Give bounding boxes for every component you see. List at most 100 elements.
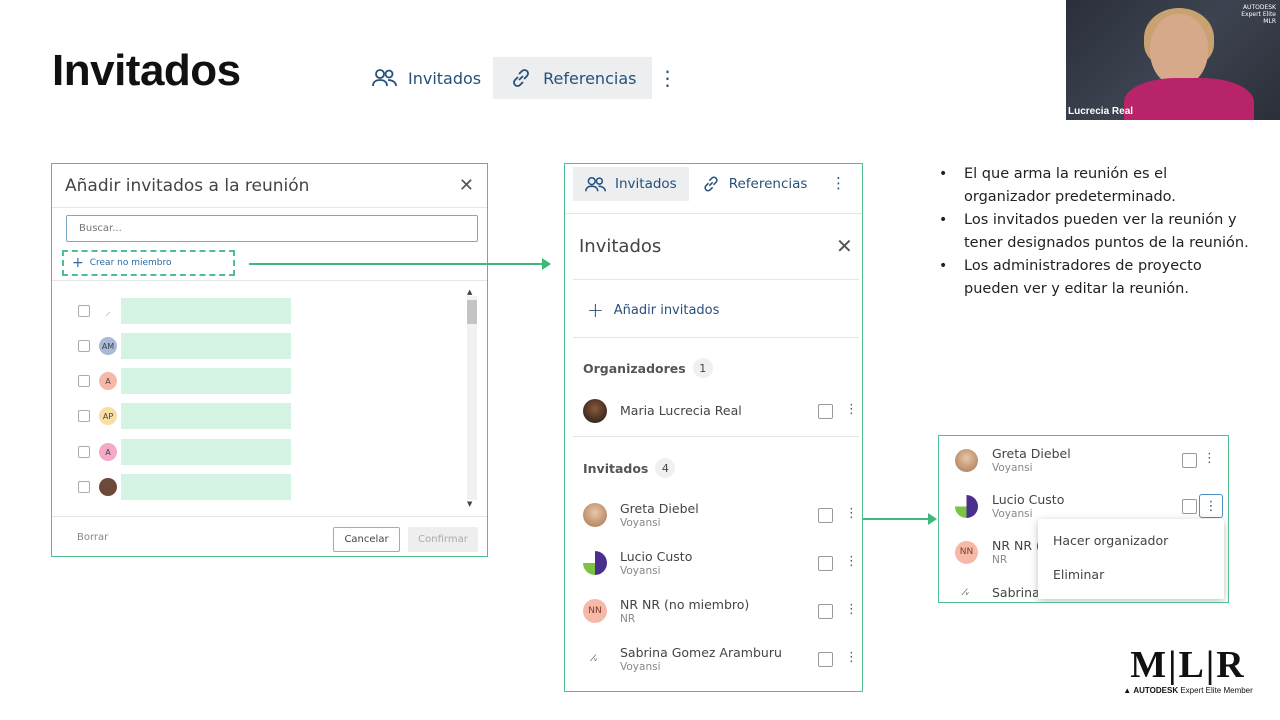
badge-line3: MLR — [1263, 18, 1276, 25]
add-guests-dialog: Añadir invitados a la reunión ✕ + Crear … — [51, 163, 488, 557]
guest-row[interactable]: NN NR NR (no miembro) NR ⋮ — [583, 594, 859, 628]
list-item[interactable] — [78, 474, 291, 500]
top-tab-invitados-label: Invitados — [408, 68, 482, 88]
person-info: Maria Lucrecia Real — [620, 403, 742, 419]
scroll-up-icon[interactable]: ▲ — [467, 288, 472, 296]
divider — [573, 279, 859, 280]
slide-title: Invitados — [52, 46, 241, 95]
row-name-redacted — [121, 298, 291, 324]
row-more-icon[interactable]: ⋮ — [1199, 494, 1223, 518]
person-name: Lucio Custo — [620, 548, 693, 564]
list-item[interactable]: AP — [78, 403, 291, 429]
person-info: NR NR (no miembro) NR — [620, 597, 749, 626]
row-name-redacted — [121, 368, 291, 394]
menu-item-make-organizer[interactable]: Hacer organizador — [1053, 533, 1168, 548]
avatar — [99, 478, 117, 496]
autodesk-text: AUTODESK — [1133, 686, 1179, 695]
row-more-icon[interactable]: ⋮ — [1203, 451, 1216, 466]
arrow-head — [928, 513, 937, 525]
arrow-head — [542, 258, 551, 270]
bullet-list: El que arma la reunión es el organizador… — [936, 163, 1256, 301]
person-info: Lucio Custo Voyansi — [992, 492, 1064, 521]
guest-row[interactable]: Greta Diebel Voyansi ⋮ — [583, 498, 859, 532]
row-checkbox[interactable] — [818, 404, 833, 419]
top-tab-invitados[interactable]: Invitados — [360, 57, 493, 99]
person-name: Greta Diebel — [620, 500, 699, 516]
list-item[interactable]: A — [78, 439, 291, 465]
speaker-body — [1124, 78, 1254, 120]
person-info: Greta Diebel Voyansi — [620, 501, 699, 530]
avatar: NN — [583, 599, 607, 623]
row-more-icon[interactable]: ⋮ — [845, 602, 858, 617]
row-checkbox[interactable] — [78, 410, 90, 422]
person-company: Voyansi — [620, 516, 661, 529]
add-guests-button[interactable]: + Añadir invitados — [587, 298, 719, 322]
clear-button[interactable]: Borrar — [77, 532, 108, 543]
tab-invitados[interactable]: Invitados — [573, 167, 689, 201]
mlr-logo-text: M|L|R — [1130, 644, 1246, 686]
person-info: Greta Diebel Voyansi — [992, 446, 1071, 475]
add-guests-label: Añadir invitados — [613, 302, 720, 318]
person-info: NR NR ( NR — [992, 538, 1041, 567]
row-more-icon[interactable]: ⋮ — [845, 554, 858, 569]
organizer-row[interactable]: Maria Lucrecia Real ⋮ — [583, 394, 859, 428]
close-icon[interactable]: ✕ — [459, 175, 474, 196]
top-tab-referencias[interactable]: Referencias — [493, 57, 653, 99]
row-checkbox[interactable] — [818, 604, 833, 619]
create-non-member-label: Crear no miembro — [89, 258, 172, 268]
dialog-footer-divider — [52, 516, 487, 517]
video-badge: AUTODESK Expert Elite MLR — [1241, 4, 1276, 25]
scroll-down-icon[interactable]: ▼ — [467, 500, 472, 508]
dialog-title: Añadir invitados a la reunión — [65, 175, 310, 196]
row-checkbox[interactable] — [78, 375, 90, 387]
tab-referencias[interactable]: Referencias — [689, 167, 820, 201]
row-more-icon[interactable]: ⋮ — [845, 402, 858, 417]
search-input[interactable] — [66, 215, 478, 242]
row-name-redacted — [121, 474, 291, 500]
list-item[interactable]: A — [78, 368, 291, 394]
row-checkbox[interactable] — [1182, 499, 1197, 514]
row-checkbox[interactable] — [78, 481, 90, 493]
scrollbar-thumb[interactable] — [467, 300, 477, 324]
avatar: ⸝ — [105, 304, 111, 318]
dialog-header: Añadir invitados a la reunión ✕ — [52, 164, 487, 208]
list-item[interactable]: AM — [78, 333, 291, 359]
row-checkbox[interactable] — [818, 652, 833, 667]
row-checkbox[interactable] — [78, 340, 90, 352]
person-company: Voyansi — [620, 660, 661, 673]
people-icon — [585, 176, 607, 191]
row-checkbox[interactable] — [818, 556, 833, 571]
guest-context-panel: Greta Diebel Voyansi ⋮ Lucio Custo Voyan… — [938, 435, 1229, 603]
guest-row[interactable]: Lucio Custo Voyansi ⋮ — [583, 546, 859, 580]
cancel-button[interactable]: Cancelar — [333, 527, 400, 552]
person-info: Sabrina Gomez Aramburu Voyansi — [620, 645, 782, 674]
more-options-icon[interactable]: ⋮ — [652, 57, 682, 99]
row-more-icon[interactable]: ⋮ — [845, 506, 858, 521]
avatar: ⁄ᵥ — [583, 647, 607, 671]
row-checkbox[interactable] — [78, 305, 90, 317]
link-icon — [704, 176, 718, 192]
row-checkbox[interactable] — [818, 508, 833, 523]
row-checkbox[interactable] — [78, 446, 90, 458]
organizers-label: Organizadores — [583, 360, 686, 376]
more-options-icon[interactable]: ⋮ — [831, 174, 846, 192]
avatar: A — [99, 443, 117, 461]
row-more-icon[interactable]: ⋮ — [845, 650, 858, 665]
menu-item-remove[interactable]: Eliminar — [1053, 567, 1104, 582]
organizers-section-title: Organizadores 1 — [583, 358, 713, 378]
person-info: Lucio Custo Voyansi — [620, 549, 692, 578]
create-non-member-button[interactable]: + Crear no miembro — [62, 250, 235, 276]
badge-line1: AUTODESK — [1242, 4, 1276, 11]
scrollbar[interactable]: ▲ ▼ — [464, 288, 477, 510]
confirm-button[interactable]: Confirmar — [408, 527, 478, 552]
row-checkbox[interactable] — [1182, 453, 1197, 468]
person-company: NR — [620, 612, 636, 625]
list-item[interactable]: ⸝ — [78, 298, 291, 324]
guest-row[interactable]: ⁄ᵥ Sabrina Gomez Aramburu Voyansi ⋮ — [583, 642, 859, 676]
avatar — [955, 494, 978, 518]
expert-elite-text: Expert Elite Member — [1180, 686, 1253, 695]
plus-icon: + — [72, 255, 84, 271]
avatar: AM — [99, 337, 117, 355]
tab-referencias-label: Referencias — [728, 176, 808, 192]
close-icon[interactable]: ✕ — [836, 234, 853, 258]
